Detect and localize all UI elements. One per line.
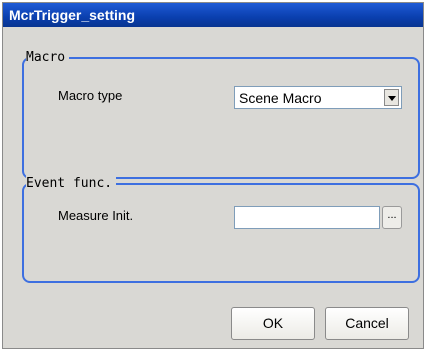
macro-type-select[interactable]: Scene Macro xyxy=(234,86,402,109)
event-func-group: Event func. xyxy=(22,175,420,283)
macro-type-selected-value: Scene Macro xyxy=(239,90,322,106)
window-title: McrTrigger_setting xyxy=(9,7,136,23)
macro-group-legend: Macro xyxy=(26,49,70,67)
ok-button[interactable]: OK xyxy=(231,307,315,340)
macro-type-label: Macro type xyxy=(58,88,123,103)
measure-init-label: Measure Init. xyxy=(58,208,134,223)
measure-init-input[interactable] xyxy=(234,206,380,229)
macro-group: Macro xyxy=(22,49,420,179)
measure-init-browse-button[interactable]: ... xyxy=(382,206,402,229)
event-func-group-legend: Event func. xyxy=(26,175,117,193)
chevron-down-icon[interactable] xyxy=(384,89,399,106)
cancel-button[interactable]: Cancel xyxy=(325,307,409,340)
title-bar[interactable]: McrTrigger_setting xyxy=(3,3,423,27)
